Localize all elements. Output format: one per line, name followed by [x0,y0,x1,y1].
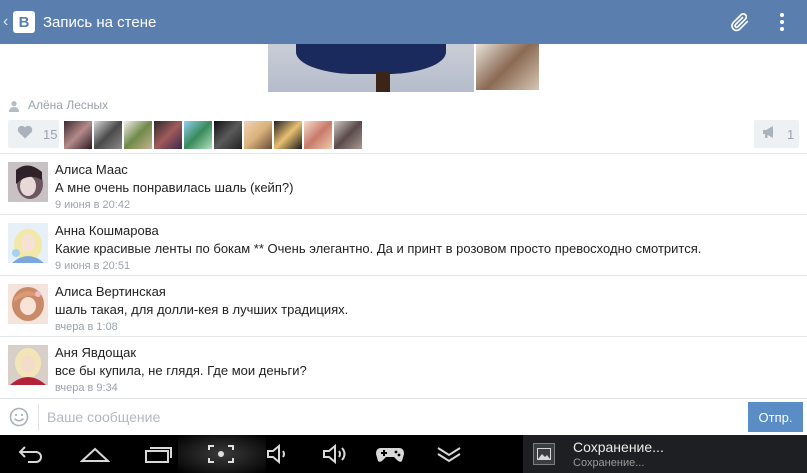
comment-item[interactable]: Алиса Маас А мне очень понравилась шаль … [0,154,807,214]
screenshot-icon[interactable] [206,441,236,467]
volume-up-icon[interactable] [320,441,350,467]
liker-avatar[interactable] [334,121,362,149]
comment-time: 9 июня в 20:42 [55,199,131,211]
menu-dot [780,13,784,17]
liker-avatar[interactable] [124,121,152,149]
photo-content [296,44,446,74]
comment-author[interactable]: Алиса Маас [55,162,128,177]
liker-avatar[interactable] [214,121,242,149]
system-nav-bar: Сохранение... Сохранение... [0,435,807,473]
gamepad-icon[interactable] [375,441,405,467]
paperclip-icon[interactable] [727,9,753,35]
user-icon [8,99,20,112]
avatar[interactable] [8,345,48,385]
photo-content [376,72,390,92]
repost-button[interactable]: 1 [754,120,799,148]
send-button[interactable]: Отпр. [748,402,803,432]
image-icon [533,443,555,465]
comment-time: вчера в 1:08 [55,321,118,333]
liker-avatar[interactable] [274,121,302,149]
avatar[interactable] [8,162,48,202]
message-input[interactable] [47,405,737,429]
avatar[interactable] [8,284,48,324]
liker-avatar[interactable] [304,121,332,149]
liker-avatar[interactable] [154,121,182,149]
smile-icon[interactable] [9,407,29,427]
back-icon[interactable] [16,441,46,467]
notification-subtitle: Сохранение... [573,457,645,469]
post-photo-main[interactable] [268,44,474,92]
home-icon[interactable] [80,441,110,467]
page-title: Запись на стене [43,13,157,31]
divider [38,404,39,430]
post-author-row[interactable]: Алёна Лесных [8,97,108,113]
post-photo-secondary[interactable] [476,44,539,90]
recent-apps-icon[interactable] [143,441,173,467]
comment-item[interactable]: Алиса Вертинская шаль такая, для долли-к… [0,276,807,336]
app-header: ‹ В Запись на стене [0,0,807,44]
more-vertical-icon[interactable] [777,9,787,35]
comment-text: А мне очень понравилась шаль (кейп?) [55,180,294,195]
heart-icon [17,125,33,144]
like-button[interactable]: 15 [8,120,59,148]
liker-avatar[interactable] [244,121,272,149]
comment-text: шаль такая, для долли-кея в лучших тради… [55,302,349,317]
liker-avatar[interactable] [184,121,212,149]
repost-count: 1 [787,126,795,142]
liker-avatar[interactable] [94,121,122,149]
like-count: 15 [43,126,58,142]
comment-author[interactable]: Аня Явдощак [55,345,136,360]
app-window: ‹ В Запись на стене Алёна Лесных 15 1 Ал… [0,0,807,473]
comment-item[interactable]: Аня Явдощак все бы купила, не глядя. Где… [0,337,807,397]
post-author-name: Алёна Лесных [28,98,109,112]
chevron-left-icon[interactable]: ‹ [3,13,12,31]
comment-author[interactable]: Анна Кошмарова [55,223,159,238]
comment-item[interactable]: Анна Кошмарова Какие красивые ленты по б… [0,215,807,275]
volume-down-icon[interactable] [264,441,294,467]
liker-avatar[interactable] [64,121,92,149]
likes-row: 15 1 [0,119,807,151]
comment-time: 9 июня в 20:51 [55,260,131,272]
comment-text: все бы купила, не глядя. Где мои деньги? [55,363,307,378]
menu-dot [780,27,784,31]
avatar[interactable] [8,223,48,263]
comment-text: Какие красивые ленты по бокам ** Очень э… [55,241,702,256]
notification-saving[interactable]: Сохранение... Сохранение... [523,435,807,473]
menu-dot [780,20,784,24]
hide-bar-icon[interactable] [434,441,464,467]
comment-time: вчера в 9:34 [55,382,118,394]
comment-author[interactable]: Алиса Вертинская [55,284,166,299]
vk-logo[interactable]: В [13,11,35,33]
notification-title: Сохранение... [573,439,664,455]
megaphone-icon [762,125,778,144]
message-composer: Отпр. [0,398,807,435]
